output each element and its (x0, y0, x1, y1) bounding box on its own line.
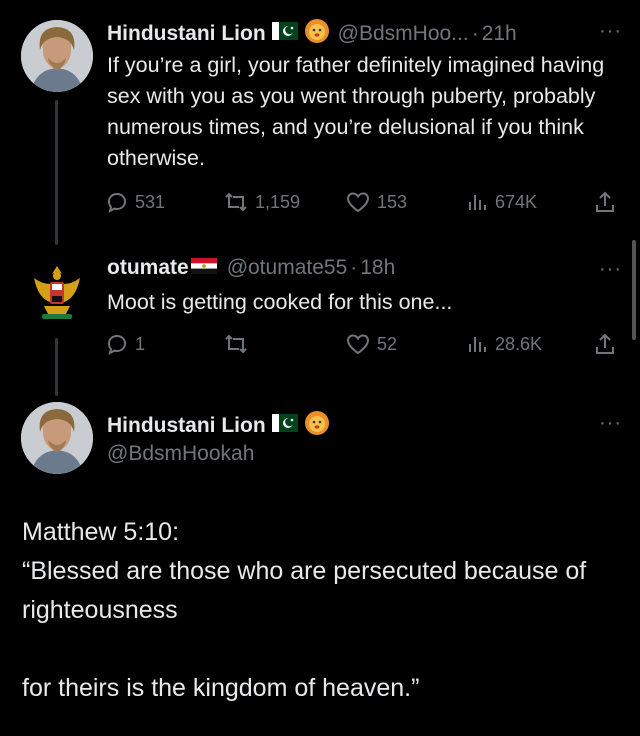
handle[interactable]: @BdsmHoo... (338, 22, 469, 46)
thread-line-1 (55, 100, 58, 245)
views-icon (469, 337, 486, 352)
handle[interactable]: @BdsmHookah (107, 442, 254, 466)
more-options-button[interactable]: ··· (599, 412, 622, 435)
repost-button[interactable] (223, 332, 255, 356)
action-bar: 531 1,159 153 674K (105, 190, 620, 218)
repost-icon (225, 192, 247, 212)
views-button[interactable]: 28.6K (465, 332, 542, 356)
lion-emoji-icon (304, 410, 330, 442)
views-icon (469, 195, 486, 210)
share-icon (596, 333, 614, 354)
display-name[interactable]: otumate (107, 256, 189, 280)
more-options-button[interactable]: ··· (599, 258, 622, 281)
lion-emoji-icon (304, 18, 330, 50)
like-button[interactable]: 153 (345, 190, 407, 214)
repost-button[interactable]: 1,159 (223, 190, 300, 214)
like-button[interactable]: 52 (345, 332, 397, 356)
avatar[interactable] (21, 402, 93, 474)
separator: · (350, 256, 358, 279)
more-options-button[interactable]: ··· (599, 20, 622, 43)
reply-count: 1 (135, 333, 146, 354)
avatar[interactable] (28, 262, 86, 324)
main-tweet-text: Matthew 5:10: “Blessed are those who are… (22, 518, 587, 702)
eagle-emblem-icon (34, 266, 80, 319)
share-icon (596, 191, 614, 212)
pakistan-flag-icon (271, 22, 298, 46)
tweet-text: If you’re a girl, your father definitely… (107, 53, 605, 170)
thread-line-2 (55, 338, 58, 396)
views-count: 674K (495, 191, 538, 212)
views-count: 28.6K (495, 333, 543, 354)
pakistan-flag-icon (271, 414, 298, 438)
repost-icon (225, 334, 247, 354)
display-name[interactable]: Hindustani Lion (107, 22, 266, 46)
egypt-flag-icon (190, 256, 217, 280)
main-tweet-header: Hindustani Lion (107, 410, 330, 442)
separator: · (471, 22, 479, 45)
like-icon (346, 334, 370, 355)
tweet-header: otumate @otumate55 · 18h (107, 256, 395, 280)
reply-icon (107, 334, 127, 355)
timestamp[interactable]: 21h (482, 22, 517, 46)
scrollbar[interactable] (632, 240, 636, 340)
like-icon (346, 192, 370, 213)
share-button[interactable] (593, 190, 623, 214)
repost-count: 1,159 (255, 191, 301, 212)
timestamp[interactable]: 18h (360, 256, 395, 280)
reply-count: 531 (135, 191, 166, 212)
share-button[interactable] (593, 332, 623, 356)
reply-button[interactable]: 531 (105, 190, 165, 214)
reply-icon (107, 192, 127, 213)
display-name[interactable]: Hindustani Lion (107, 414, 266, 438)
avatar[interactable] (21, 20, 93, 92)
reply-button[interactable]: 1 (105, 332, 145, 356)
tweet-header: Hindustani Lion @BdsmHoo... · 21h (107, 18, 517, 50)
tweet-text: Moot is getting cooked for this one... (107, 290, 453, 314)
like-count: 52 (377, 333, 398, 354)
action-bar: 1 52 28.6K (105, 332, 620, 360)
handle[interactable]: @otumate55 (227, 256, 348, 280)
views-button[interactable]: 674K (465, 190, 537, 214)
like-count: 153 (377, 191, 408, 212)
